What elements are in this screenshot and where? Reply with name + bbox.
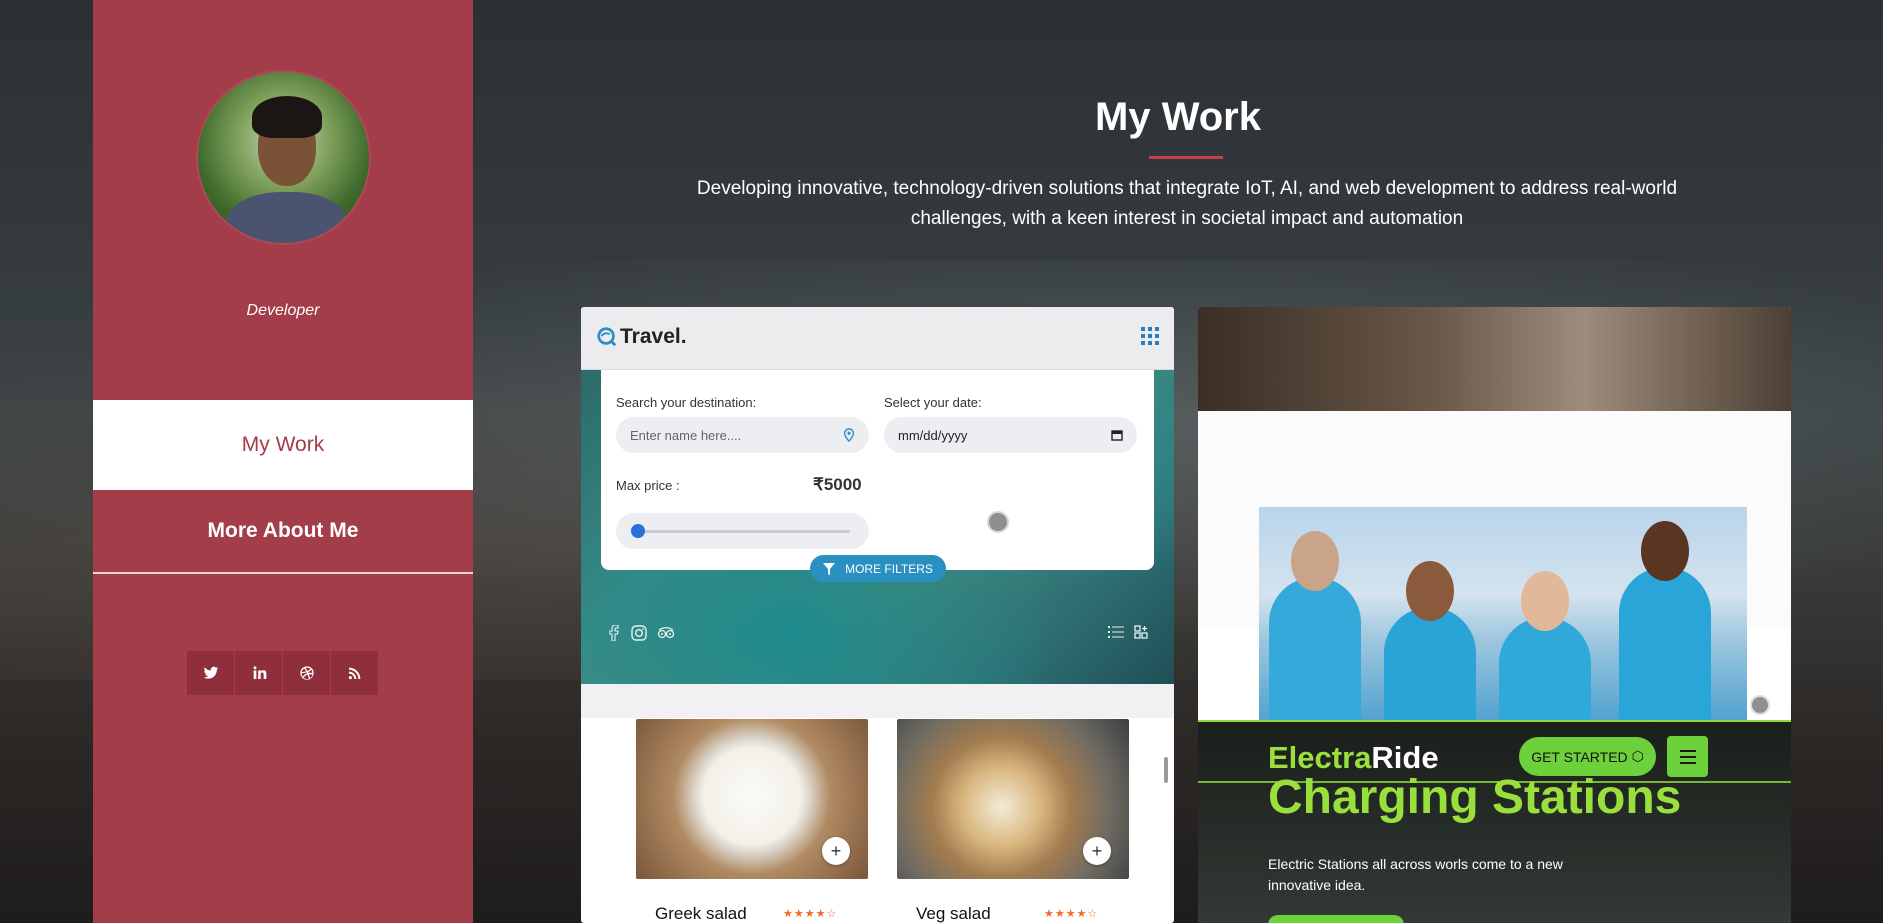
volunteer-top-image <box>1198 307 1791 411</box>
rating-stars: ★★★★☆ <box>783 908 838 920</box>
travel-logo-text: Travel. <box>620 325 687 348</box>
add-greek-salad-button[interactable]: + <box>822 837 850 865</box>
grid-view-icon[interactable] <box>1134 625 1148 639</box>
travel-header: Travel. <box>581 307 1174 370</box>
avatar <box>196 70 371 245</box>
location-pin-icon <box>843 428 855 442</box>
destination-input[interactable]: Enter name here.... <box>616 417 869 453</box>
electraride-description: Electric Stations all across worls come … <box>1268 856 1563 893</box>
project-card-travel[interactable]: Travel. Search your destination: Enter n… <box>581 307 1174 923</box>
project-card-electraride[interactable]: ElectraRide GET STARTED ⬡ Charging Stati… <box>1198 307 1791 923</box>
list-view-icon[interactable] <box>1108 625 1124 639</box>
profile-role: Developer <box>246 302 320 319</box>
food-image-veg-salad: + <box>897 719 1129 879</box>
instagram-icon[interactable] <box>631 625 647 641</box>
date-label: Select your date: <box>884 395 982 410</box>
sidebar: Developer My Work More About Me <box>93 0 473 923</box>
dribbble-icon[interactable] <box>283 651 330 695</box>
food-name-greek-salad: Greek salad <box>655 904 747 923</box>
rating-stars: ★★★★☆ <box>1044 908 1099 920</box>
grid-menu-icon[interactable] <box>1140 326 1160 346</box>
travel-logo-icon <box>597 327 617 347</box>
electraride-preview: ElectraRide GET STARTED ⬡ Charging Stati… <box>1198 720 1791 923</box>
filter-icon <box>823 562 836 575</box>
price-value: ₹5000 <box>813 475 862 494</box>
price-label: Max price : <box>616 478 680 493</box>
date-value: mm/dd/yyyy <box>898 427 968 443</box>
add-veg-salad-button[interactable]: + <box>1083 837 1111 865</box>
travel-logo: Travel. <box>596 325 687 349</box>
more-filters-button[interactable]: MORE FILTERS <box>810 555 946 582</box>
facebook-icon[interactable] <box>607 625 621 641</box>
travel-scrollbar[interactable] <box>1164 757 1168 783</box>
page-subtitle: Developing innovative, technology-driven… <box>696 178 1678 229</box>
calendar-icon <box>1111 430 1123 441</box>
more-filters-label: MORE FILTERS <box>845 561 933 576</box>
twitter-icon[interactable] <box>187 651 234 695</box>
price-slider-track <box>638 530 850 533</box>
nav-item-more-about-me[interactable]: More About Me <box>93 490 473 574</box>
cursor-dot <box>1750 695 1770 715</box>
cube-icon: ⬡ <box>1631 748 1644 764</box>
date-input[interactable]: mm/dd/yyyy <box>884 417 1137 453</box>
food-name-veg-salad: Veg salad <box>916 904 991 923</box>
travel-view-toggles <box>1108 625 1148 639</box>
page-title: My Work <box>1095 95 1261 139</box>
electraride-headline: Charging Stations <box>1268 771 1682 824</box>
search-label: Search your destination: <box>616 395 757 410</box>
travel-search-form: Search your destination: Enter name here… <box>601 370 1154 570</box>
title-underline <box>1149 156 1223 159</box>
linkedin-icon[interactable] <box>235 651 282 695</box>
cursor-dot <box>987 511 1009 533</box>
price-slider-thumb[interactable] <box>631 524 645 538</box>
electraride-cta-button[interactable] <box>1268 915 1404 923</box>
social-links <box>187 651 378 695</box>
volunteers-photo <box>1259 507 1747 727</box>
food-image-greek-salad: + <box>636 719 868 879</box>
nav-item-my-work[interactable]: My Work <box>93 400 473 490</box>
destination-placeholder: Enter name here.... <box>630 427 742 443</box>
travel-social-icons <box>607 625 675 641</box>
price-slider[interactable] <box>616 513 869 549</box>
tripadvisor-icon[interactable] <box>657 625 675 641</box>
rss-icon[interactable] <box>331 651 378 695</box>
